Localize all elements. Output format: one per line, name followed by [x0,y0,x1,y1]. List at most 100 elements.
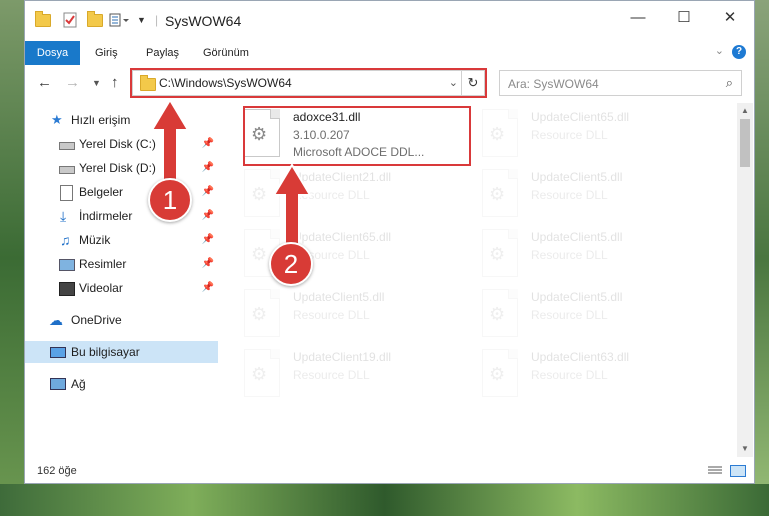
customize-toolbar-icon[interactable]: ▼ [137,11,146,29]
address-bar-highlight [130,68,487,98]
file-item[interactable]: ⚙ UpdateClient5.dll Resource DLL [473,285,695,343]
pin-icon[interactable]: 📌 [202,157,214,179]
callout-badge-2: 2 [269,242,313,286]
back-arrow-icon[interactable]: ← [37,74,52,91]
window-title: SysWOW64 [165,13,242,29]
file-item[interactable]: ⚙ UpdateClient63.dll Resource DLL [473,345,695,403]
file-name: UpdateClient5.dll [293,290,385,304]
file-highlight [243,106,471,166]
expand-ribbon-icon[interactable]: ⌄ [715,44,724,57]
drive-icon [59,166,75,174]
file-description: Resource DLL [531,308,608,322]
star-icon: ★ [51,112,63,127]
file-description: Resource DLL [531,188,608,202]
search-input[interactable]: Ara: SysWOW64 ⌕ [499,70,742,96]
drive-icon [59,142,75,150]
network-icon [50,378,66,390]
sidebar-item-label: Bu bilgisayar [71,345,140,359]
up-arrow-icon[interactable]: ↑ [111,74,119,91]
background-foliage [0,484,769,516]
tab-share[interactable]: Paylaş [146,43,179,63]
tab-home[interactable]: Giriş [95,43,118,63]
gear-icon: ⚙ [251,304,268,324]
file-name: UpdateClient65.dll [531,110,630,124]
gear-icon: ⚙ [489,124,506,144]
file-item[interactable]: ⚙ UpdateClient19.dll Resource DLL [235,345,457,403]
tab-view[interactable]: Görünüm [203,43,249,63]
sidebar-item-this-pc[interactable]: Bu bilgisayar [25,341,218,363]
gear-icon: ⚙ [489,184,506,204]
pin-icon[interactable]: 📌 [202,253,214,275]
sidebar-item-label: OneDrive [71,313,122,327]
dll-file-icon: ⚙ [482,229,518,277]
details-view-icon[interactable] [708,465,722,475]
sidebar-item-pictures[interactable]: Resimler 📌 [25,253,218,275]
minimize-button[interactable]: — [615,1,661,33]
music-icon: ♫ [60,232,71,248]
pin-icon[interactable]: 📌 [202,205,214,227]
scrollbar-thumb[interactable] [740,119,750,167]
tab-file[interactable]: Dosya [25,41,80,65]
sidebar-item-label: Ağ [71,377,86,391]
explorer-window: ▼ | SysWOW64 — ☐ ✕ Dosya Giriş Paylaş Gö… [24,0,755,484]
pin-icon[interactable]: 📌 [202,133,214,155]
pictures-icon [59,259,75,271]
sidebar-item-label: Resimler [79,257,127,271]
dll-file-icon: ⚙ [482,169,518,217]
callout-badge-1: 1 [148,178,192,222]
folder-icon [35,10,51,29]
view-options-icon[interactable] [109,11,131,29]
search-placeholder: Ara: SysWOW64 [508,77,599,91]
dll-file-icon: ⚙ [482,109,518,157]
recent-locations-icon[interactable]: ▼ [92,78,101,88]
properties-icon[interactable] [63,11,77,29]
tiles-view-icon[interactable] [730,465,746,477]
dll-file-icon: ⚙ [482,289,518,337]
dll-file-icon: ⚙ [244,349,280,397]
file-item[interactable]: ⚙ UpdateClient5.dll Resource DLL [235,285,457,343]
background-foliage [755,0,769,516]
vertical-scrollbar[interactable]: ▲ ▼ [737,103,753,457]
file-name: UpdateClient5.dll [531,170,623,184]
search-icon: ⌕ [725,75,733,90]
file-description: Resource DLL [531,128,608,142]
file-item[interactable]: ⚙ UpdateClient5.dll Resource DLL [473,225,695,283]
gear-icon: ⚙ [489,364,506,384]
file-name: UpdateClient63.dll [531,350,630,364]
close-button[interactable]: ✕ [707,1,753,33]
file-description: Resource DLL [531,368,608,382]
gear-icon: ⚙ [251,364,268,384]
sidebar-item-videos[interactable]: Videolar 📌 [25,277,218,299]
background-foliage [0,0,24,516]
sidebar-item-label: Müzik [79,233,111,247]
pin-icon[interactable]: 📌 [202,229,214,251]
forward-arrow-icon[interactable]: → [65,74,80,91]
file-item[interactable]: ⚙ UpdateClient65.dll Resource DLL [473,105,695,163]
pin-icon[interactable]: 📌 [202,181,214,203]
scroll-up-icon[interactable]: ▲ [737,103,753,119]
title-separator: | [155,13,159,27]
maximize-button[interactable]: ☐ [661,1,707,33]
sidebar-item-onedrive[interactable]: ☁ OneDrive [25,309,218,331]
title-bar: ▼ | SysWOW64 — ☐ ✕ [25,1,754,39]
dll-file-icon: ⚙ [482,349,518,397]
gear-icon: ⚙ [489,304,506,324]
sidebar-item-label: İndirmeler [79,209,133,223]
pin-icon[interactable]: 📌 [202,277,214,299]
file-name: UpdateClient5.dll [531,290,623,304]
help-icon[interactable]: ? [732,45,746,59]
new-folder-icon[interactable] [87,10,103,29]
sidebar-item-network[interactable]: Ağ [25,373,218,395]
file-description: Resource DLL [293,308,370,322]
dll-file-icon: ⚙ [244,289,280,337]
sidebar-item-label: Videolar [79,281,123,295]
sidebar-item-label: Belgeler [79,185,124,199]
file-item[interactable]: ⚙ UpdateClient5.dll Resource DLL [473,165,695,223]
status-bar: 162 öğe [25,457,754,483]
scroll-down-icon[interactable]: ▼ [737,441,753,457]
file-name: UpdateClient5.dll [531,230,623,244]
file-description: Resource DLL [293,368,370,382]
sidebar-item-music[interactable]: ♫ Müzik 📌 [25,229,218,251]
documents-icon [60,185,73,201]
computer-icon [50,347,66,358]
